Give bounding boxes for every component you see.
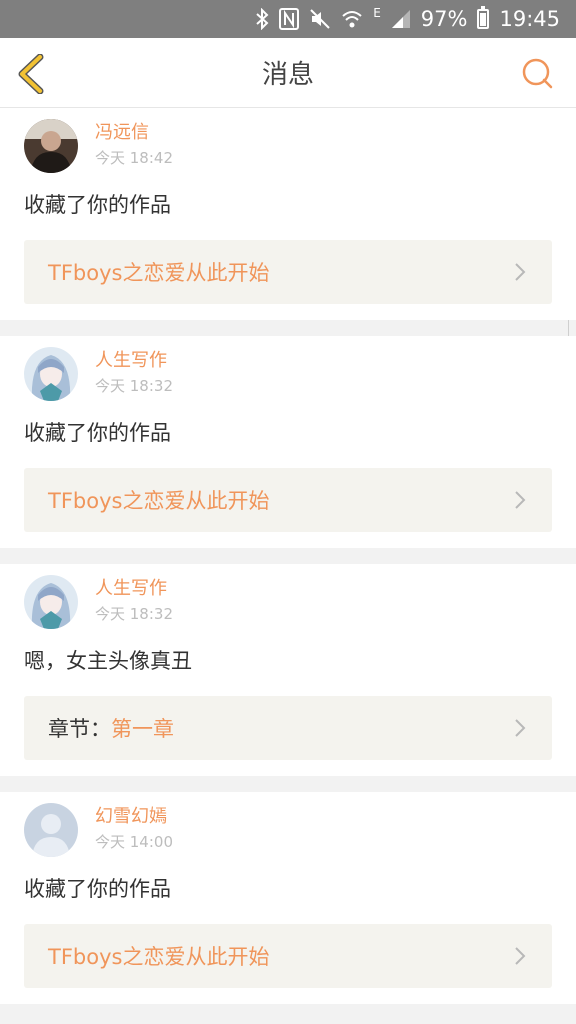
message-header: 人生写作 今天 18:32: [24, 344, 552, 404]
chevron-right-icon: [515, 263, 526, 281]
avatar[interactable]: [24, 575, 78, 629]
anime-avatar-icon: [24, 575, 78, 629]
chevron-right-icon: [515, 947, 526, 965]
avatar[interactable]: [24, 803, 78, 857]
work-title: TFboys之恋爱从此开始: [48, 261, 270, 285]
user-photo-icon: [24, 119, 78, 173]
user-name[interactable]: 人生写作: [95, 577, 173, 601]
message-header: 人生写作 今天 18:32: [24, 572, 552, 632]
avatar[interactable]: [24, 347, 78, 401]
message-text: 收藏了你的作品: [24, 421, 171, 445]
work-title: TFboys之恋爱从此开始: [48, 489, 270, 513]
message-text: 嗯，女主头像真丑: [24, 649, 192, 673]
back-arrow-icon: [18, 53, 44, 95]
message-card: 幻雪幻嫣 今天 14:00 收藏了你的作品 TFboys之恋爱从此开始: [0, 792, 576, 1004]
work-link[interactable]: TFboys之恋爱从此开始: [24, 240, 552, 304]
status-bar: E 97% 19:45: [0, 0, 576, 38]
page-title: 消息: [261, 60, 314, 90]
wifi-icon: [341, 8, 363, 30]
battery-icon: [477, 6, 490, 29]
user-name[interactable]: 冯远信: [95, 121, 173, 145]
message-time: 今天 18:32: [95, 605, 173, 623]
anime-avatar-icon: [24, 347, 78, 401]
work-title: TFboys之恋爱从此开始: [48, 945, 270, 969]
work-link[interactable]: TFboys之恋爱从此开始: [24, 924, 552, 988]
search-button[interactable]: [522, 58, 554, 90]
message-card: 人生写作 今天 18:32 收藏了你的作品 TFboys之恋爱从此开始: [0, 336, 576, 548]
chapter-link[interactable]: 章节： 第一章: [24, 696, 552, 760]
message-card: 人生写作 今天 18:32 嗯，女主头像真丑 章节： 第一章: [0, 564, 576, 776]
message-header: 冯远信 今天 18:42: [24, 116, 552, 176]
user-name[interactable]: 人生写作: [95, 349, 173, 373]
search-icon: [522, 58, 553, 89]
message-time: 今天 18:32: [95, 377, 173, 395]
message-text: 收藏了你的作品: [24, 193, 171, 217]
signal-icon: [391, 9, 411, 29]
message-time: 今天 14:00: [95, 833, 173, 851]
message-header: 幻雪幻嫣 今天 14:00: [24, 800, 552, 860]
network-type: E: [373, 6, 381, 20]
message-time: 今天 18:42: [95, 149, 173, 167]
default-avatar-icon: [24, 803, 78, 857]
work-link[interactable]: TFboys之恋爱从此开始: [24, 468, 552, 532]
avatar[interactable]: [24, 119, 78, 173]
message-list: 冯远信 今天 18:42 收藏了你的作品 TFboys之恋爱从此开始 人生写作 …: [0, 108, 576, 1020]
clock: 19:45: [499, 7, 560, 31]
battery-percent: 97%: [420, 7, 468, 31]
mute-icon: [309, 8, 331, 30]
message-card: 冯远信 今天 18:42 收藏了你的作品 TFboys之恋爱从此开始: [0, 108, 576, 320]
chevron-right-icon: [515, 719, 526, 737]
chevron-right-icon: [515, 491, 526, 509]
chapter-label: 章节：: [48, 717, 111, 741]
chapter-title: 第一章: [111, 717, 174, 741]
nfc-icon: [279, 8, 300, 30]
app-header: 消息: [0, 38, 576, 108]
message-text: 收藏了你的作品: [24, 877, 171, 901]
back-button[interactable]: [14, 53, 46, 95]
user-name[interactable]: 幻雪幻嫣: [95, 805, 173, 829]
bluetooth-icon: [255, 8, 269, 30]
